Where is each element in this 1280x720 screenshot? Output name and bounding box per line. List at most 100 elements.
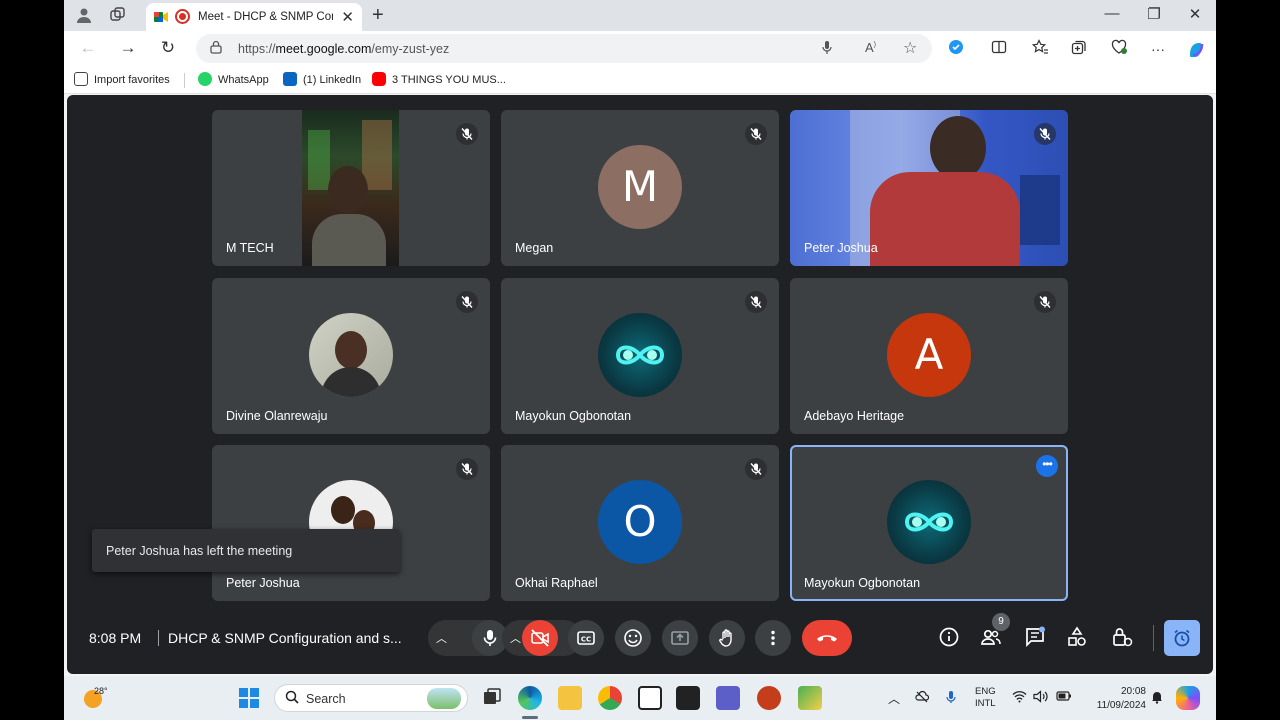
microphone-icon — [483, 630, 497, 646]
meet-stage: M TECH M Megan Peter Joshua Divine Olanr… — [67, 95, 1213, 674]
controls-separator — [1153, 625, 1154, 651]
present-button[interactable] — [662, 620, 698, 656]
muted-mic-icon — [456, 123, 478, 145]
refresh-icon[interactable]: ↻ — [156, 37, 180, 59]
powerpoint-app-icon[interactable] — [757, 686, 781, 710]
captions-button[interactable]: CC — [568, 620, 604, 656]
participant-tile[interactable]: M Megan — [501, 110, 779, 266]
settings-more-icon[interactable]: ··· — [1148, 39, 1168, 59]
teams-app-icon[interactable] — [716, 686, 740, 710]
browser-essentials-icon[interactable] — [1109, 39, 1129, 59]
end-call-icon — [817, 635, 837, 642]
volume-icon[interactable] — [1033, 690, 1048, 706]
new-tab-icon[interactable]: + — [372, 4, 384, 27]
people-icon[interactable] — [980, 626, 1004, 650]
participant-name: Mayokun Ogbonotan — [804, 576, 921, 590]
window-close-icon[interactable]: ✕ — [1180, 5, 1210, 23]
windows-taskbar: 28° Search ︿ ENG INTL 20:08 11/09/2024 — [64, 676, 1216, 720]
windows-start-icon[interactable] — [239, 688, 259, 708]
camera-button[interactable] — [522, 620, 558, 656]
bookmark-youtube[interactable]: 3 THINGS YOU MUS... — [372, 72, 506, 86]
chrome-app-icon[interactable] — [598, 686, 622, 710]
camera-off-icon — [531, 629, 549, 647]
participant-tile[interactable]: Mayokun Ogbonotan — [501, 278, 779, 434]
restore-icon[interactable]: ❐ — [1139, 5, 1169, 23]
bookmark-linkedin[interactable]: (1) LinkedIn — [283, 72, 361, 86]
show-hidden-icons-chevron[interactable]: ︿ — [888, 690, 900, 707]
audio-options-chevron-icon[interactable]: ︿ — [436, 630, 447, 646]
activities-icon[interactable] — [1066, 626, 1090, 650]
raise-hand-button[interactable] — [709, 620, 745, 656]
tile-more-options-icon[interactable]: ••• — [1036, 455, 1058, 477]
participant-name: M TECH — [226, 241, 274, 255]
notifications-bell-icon[interactable] — [1150, 690, 1164, 707]
battery-icon[interactable] — [1056, 690, 1072, 705]
more-options-button[interactable] — [755, 620, 791, 656]
bookmark-whatsapp[interactable]: WhatsApp — [198, 72, 269, 86]
capcut-app-icon[interactable] — [638, 686, 662, 710]
collections-icon[interactable] — [1069, 39, 1089, 59]
meeting-clock: 8:08 PM — [89, 630, 142, 646]
task-view-icon[interactable] — [480, 686, 504, 710]
minimize-icon[interactable]: — — [1097, 5, 1127, 22]
participant-name: Divine Olanrewaju — [226, 409, 328, 423]
participant-tile[interactable]: O Okhai Raphael — [501, 445, 779, 601]
participant-tile[interactable]: Peter Joshua — [212, 445, 490, 601]
browser-toolbar: ← → ↻ https://meet.google.com/emy-zust-y… — [64, 31, 1216, 66]
profile-icon[interactable] — [74, 6, 94, 26]
workspaces-icon[interactable] — [108, 6, 128, 26]
sticky-app-icon[interactable] — [676, 686, 700, 710]
microphone-tray-icon[interactable] — [946, 690, 956, 707]
participant-name: Peter Joshua — [804, 241, 878, 255]
bookmark-import-favorites[interactable]: Import favorites — [74, 72, 170, 86]
temperature: 28° — [94, 686, 108, 696]
chat-icon[interactable] — [1024, 626, 1048, 650]
participant-tile[interactable]: M TECH — [212, 110, 490, 266]
muted-mic-icon — [1034, 291, 1056, 313]
participant-tile[interactable]: Divine Olanrewaju — [212, 278, 490, 434]
muted-mic-icon — [456, 291, 478, 313]
copilot-taskbar-icon[interactable] — [1176, 686, 1200, 710]
participant-tile[interactable]: A Adebayo Heritage — [790, 278, 1068, 434]
recording-icon — [175, 9, 190, 24]
infinity-avatar-icon — [887, 480, 971, 564]
active-app-indicator — [522, 716, 538, 719]
read-aloud-icon[interactable]: A) — [865, 40, 876, 55]
self-tile[interactable]: ••• Mayokun Ogbonotan — [790, 445, 1068, 601]
favorite-star-icon[interactable]: ☆ — [903, 38, 917, 58]
emoji-icon — [624, 629, 642, 647]
linkedin-icon — [283, 72, 297, 86]
tab-meet[interactable]: Meet - DHCP & SNMP Configuration and set… — [146, 3, 362, 31]
favorites-icon[interactable] — [1030, 39, 1050, 59]
participant-tile[interactable]: Peter Joshua — [790, 110, 1068, 266]
host-controls-icon[interactable] — [1111, 626, 1135, 650]
meeting-info-icon[interactable] — [938, 626, 962, 650]
notification-toast: Peter Joshua has left the meeting — [92, 529, 400, 572]
reactions-button[interactable] — [615, 620, 651, 656]
file-explorer-icon[interactable] — [558, 686, 582, 710]
timer-button[interactable] — [1164, 620, 1200, 656]
leave-call-button[interactable] — [802, 620, 852, 656]
avatar: M — [598, 145, 682, 229]
split-screen-icon[interactable] — [989, 39, 1009, 59]
copilot-icon[interactable] — [1186, 39, 1206, 59]
input-language[interactable]: ENG INTL — [975, 686, 996, 710]
meeting-controls: 8:08 PM DHCP & SNMP Configuration and s.… — [67, 613, 1213, 663]
clock-separator — [158, 630, 159, 646]
muted-mic-icon — [1034, 123, 1056, 145]
video-options-chevron-icon[interactable]: ︿ — [510, 630, 521, 646]
forward-icon[interactable]: → — [116, 37, 140, 59]
address-bar[interactable]: https://meet.google.com/emy-zust-yez A) … — [196, 34, 932, 63]
back-icon[interactable]: ← — [76, 37, 100, 59]
svg-text:CC: CC — [581, 636, 591, 644]
wifi-icon[interactable] — [1012, 690, 1027, 706]
participant-name: Adebayo Heritage — [804, 409, 905, 423]
taskbar-search[interactable]: Search — [274, 684, 468, 712]
system-clock[interactable]: 20:08 11/09/2024 — [1082, 685, 1146, 713]
network-offline-icon[interactable] — [915, 690, 930, 707]
voice-search-icon[interactable] — [822, 40, 832, 58]
tab-close-icon[interactable]: ✕ — [341, 8, 354, 26]
app-icon[interactable] — [798, 686, 822, 710]
extension-shield-icon[interactable] — [946, 39, 966, 59]
edge-app-icon[interactable] — [518, 686, 542, 710]
